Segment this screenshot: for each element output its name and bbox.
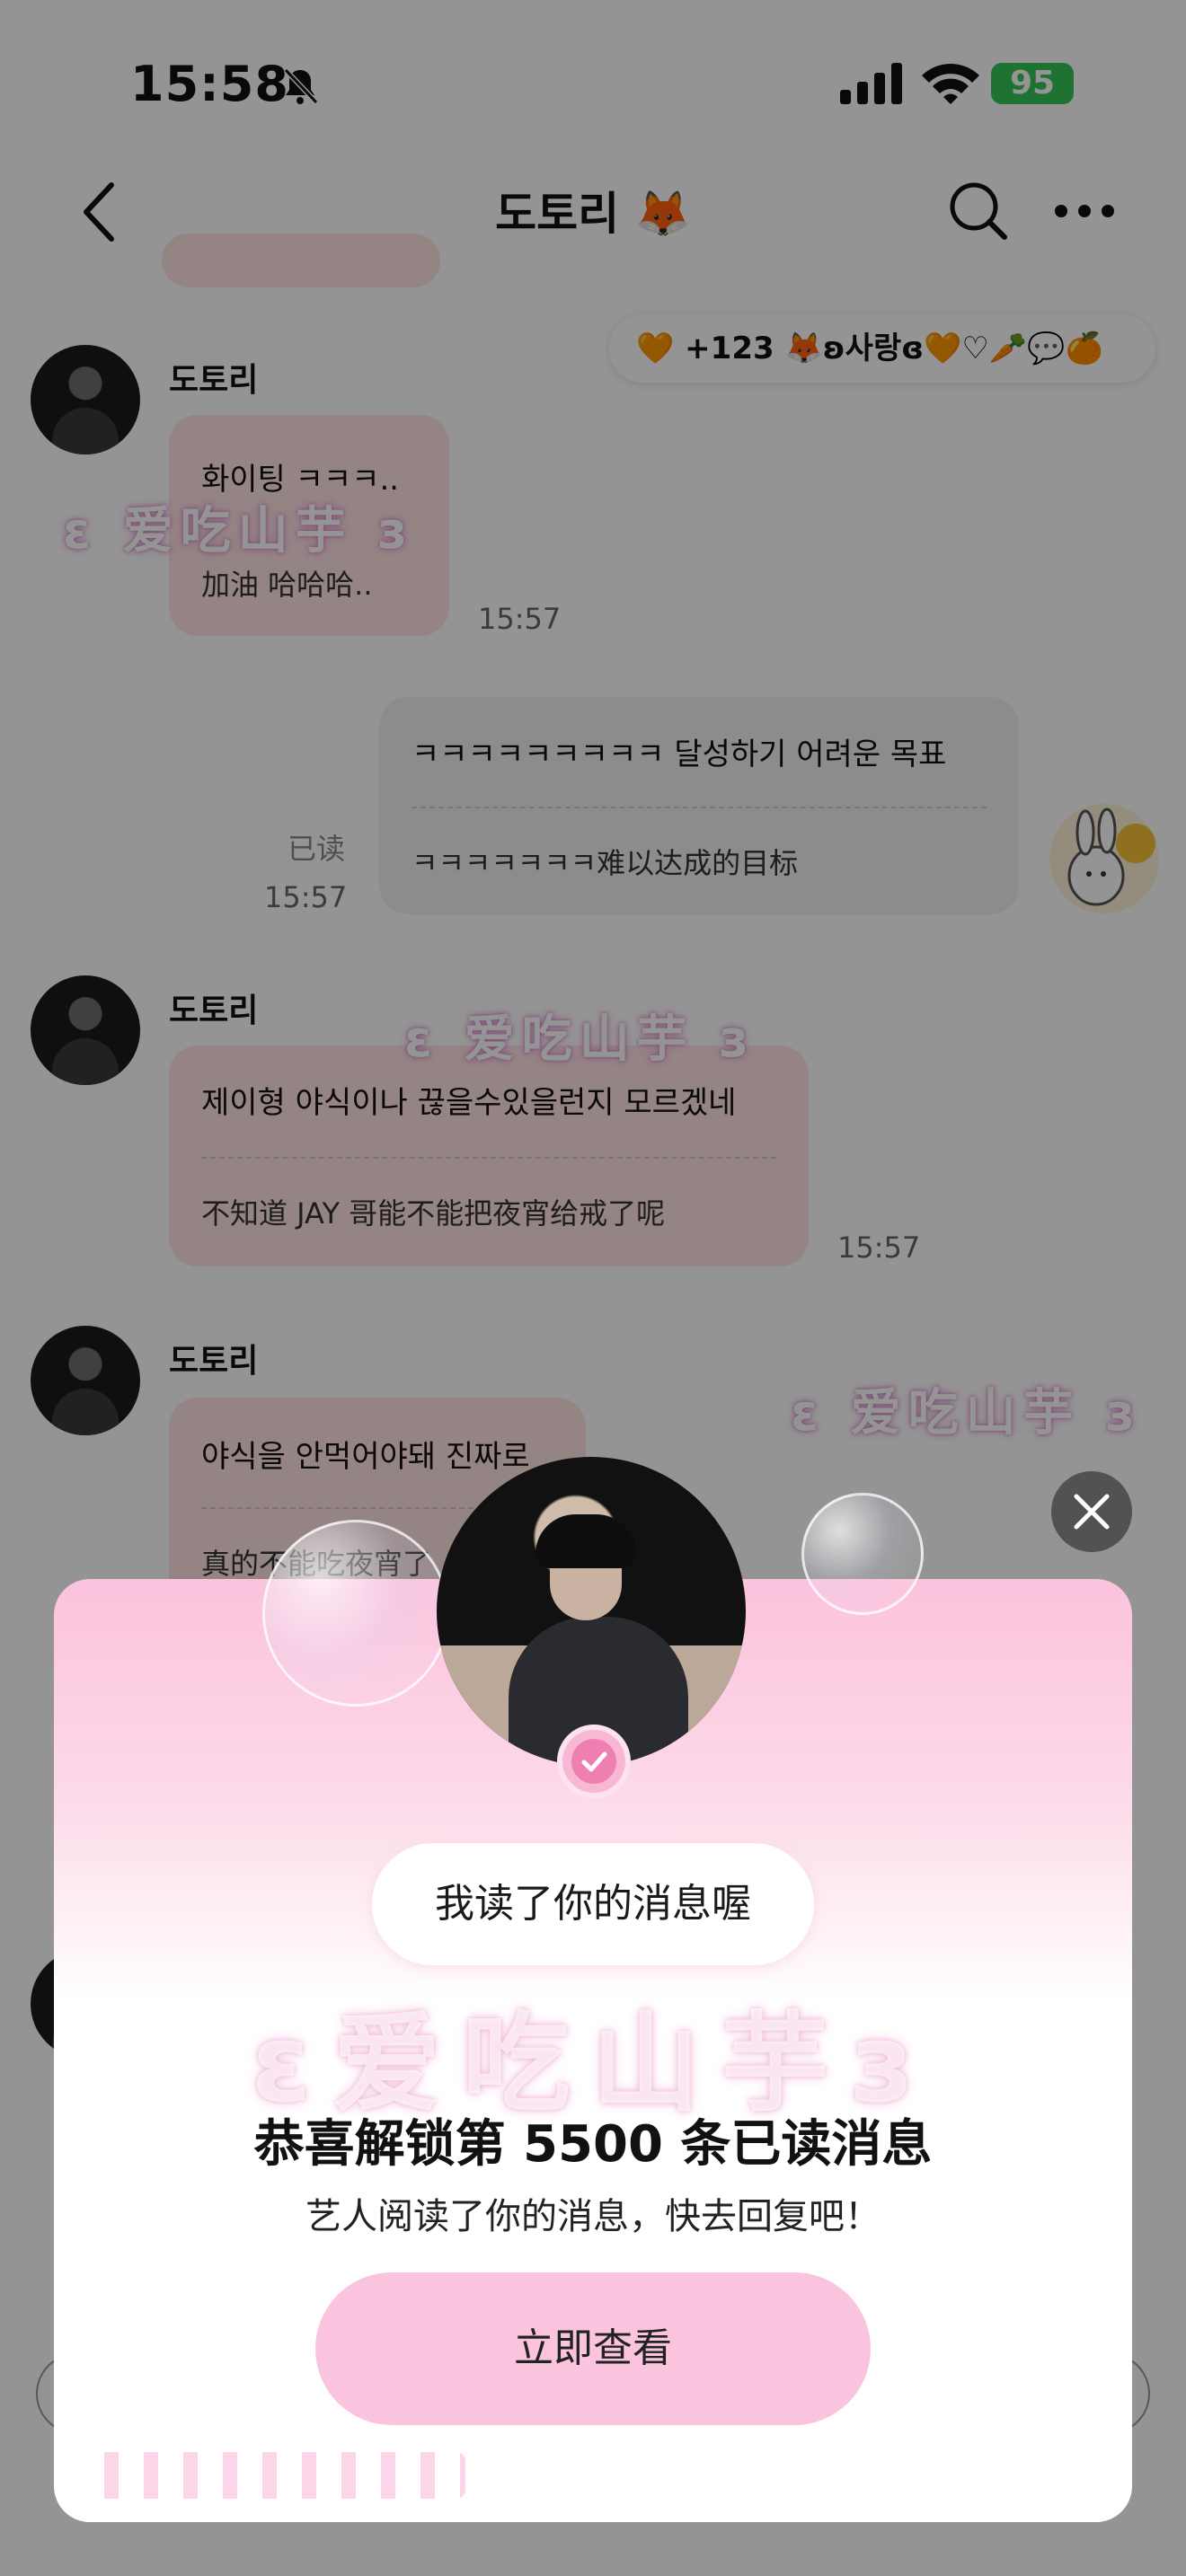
- soap-bubble-decoration: [262, 1520, 449, 1707]
- check-icon: [581, 1751, 607, 1772]
- verified-check-badge: [557, 1725, 631, 1798]
- close-icon: [1074, 1494, 1110, 1530]
- soap-bubble-decoration: [801, 1493, 924, 1615]
- artist-avatar: [437, 1457, 746, 1766]
- read-message-pill: 我读了你的消息喔: [372, 1843, 814, 1965]
- close-button[interactable]: [1051, 1471, 1132, 1552]
- decorative-strip: [79, 2452, 465, 2499]
- popup-watermark: ε爱吃山芋з: [180, 1969, 1006, 2127]
- popup-subtitle: 艺人阅读了你的消息，快去回复吧！: [305, 2196, 881, 2237]
- view-now-button[interactable]: 立即查看: [315, 2272, 871, 2425]
- popup-title: 恭喜解锁第 5500 条已读消息: [253, 2115, 933, 2174]
